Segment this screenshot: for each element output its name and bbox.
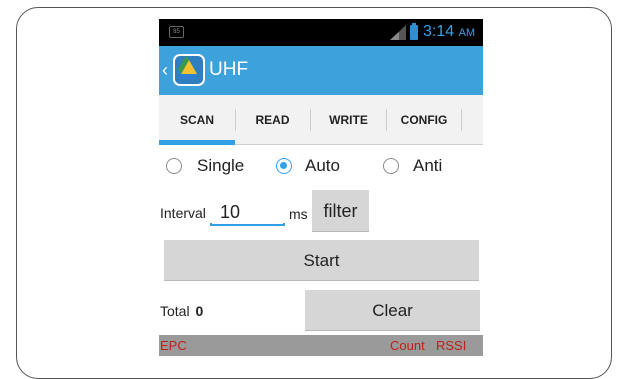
app-title: UHF (209, 59, 249, 80)
filter-button[interactable]: filter (312, 190, 369, 232)
radio-auto-label[interactable]: Auto (305, 156, 340, 176)
app-logo-icon[interactable] (173, 54, 205, 86)
column-header-count: Count (390, 338, 425, 353)
battery-icon (410, 23, 418, 40)
results-table-header: EPC Count RSSI (159, 335, 483, 356)
radio-auto[interactable] (276, 158, 292, 174)
action-bar: ‹ UHF (159, 46, 483, 95)
status-bar: 85 3:14 AM (159, 19, 483, 46)
radio-single[interactable] (166, 158, 182, 174)
chevron-left-icon[interactable]: ‹ (162, 59, 168, 81)
signal-icon (390, 25, 406, 40)
status-time-value: 3:14 (423, 23, 455, 40)
tab-read[interactable]: READ (236, 95, 309, 145)
notification-app-icon: 85 (169, 26, 184, 38)
column-header-epc: EPC (160, 338, 187, 353)
scan-mode-group: Single Auto Anti (159, 155, 483, 181)
interval-input-underline (210, 223, 285, 226)
radio-anti-label[interactable]: Anti (413, 156, 442, 176)
column-header-rssi: RSSI (436, 338, 467, 353)
clear-button[interactable]: Clear (305, 290, 480, 331)
tab-scan[interactable]: SCAN (159, 95, 235, 145)
radio-anti[interactable] (383, 158, 399, 174)
total-display: Total 0 (160, 303, 203, 319)
interval-label: Interval (160, 205, 206, 221)
total-count: 0 (195, 303, 204, 319)
tab-config[interactable]: CONFIG (387, 95, 461, 145)
tab-write[interactable]: WRITE (311, 95, 386, 145)
status-time: 3:14 AM (423, 23, 475, 41)
phone-screen: 85 3:14 AM ‹ UHF SCAN READ WRITE CONFIG (159, 19, 483, 356)
tab-divider (461, 109, 462, 131)
selected-tab-indicator (159, 140, 235, 145)
status-time-ampm: AM (458, 27, 476, 39)
interval-unit-label: ms (289, 206, 308, 222)
total-label: Total (160, 303, 190, 319)
radio-single-label[interactable]: Single (197, 156, 244, 176)
start-button[interactable]: Start (164, 240, 479, 281)
tab-bar: SCAN READ WRITE CONFIG (159, 95, 483, 145)
